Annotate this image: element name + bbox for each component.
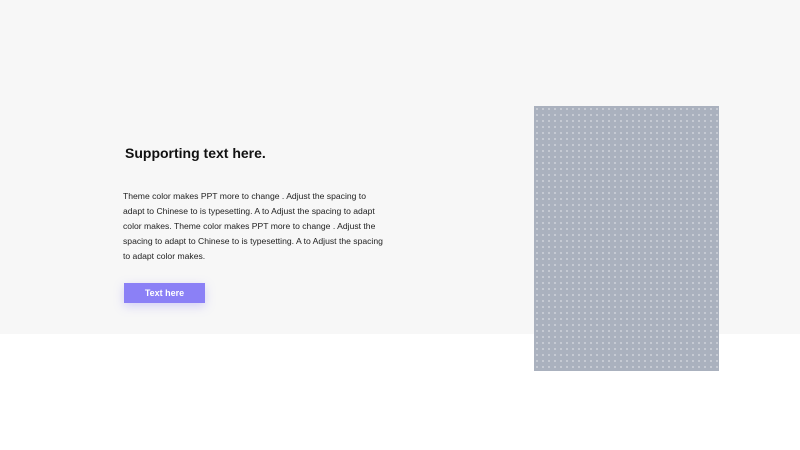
body-paragraph: Theme color makes PPT more to change . A… xyxy=(123,191,383,261)
slide-headline: Supporting text here. xyxy=(125,145,266,161)
image-placeholder xyxy=(534,106,719,371)
text-here-button[interactable]: Text here xyxy=(124,283,205,303)
